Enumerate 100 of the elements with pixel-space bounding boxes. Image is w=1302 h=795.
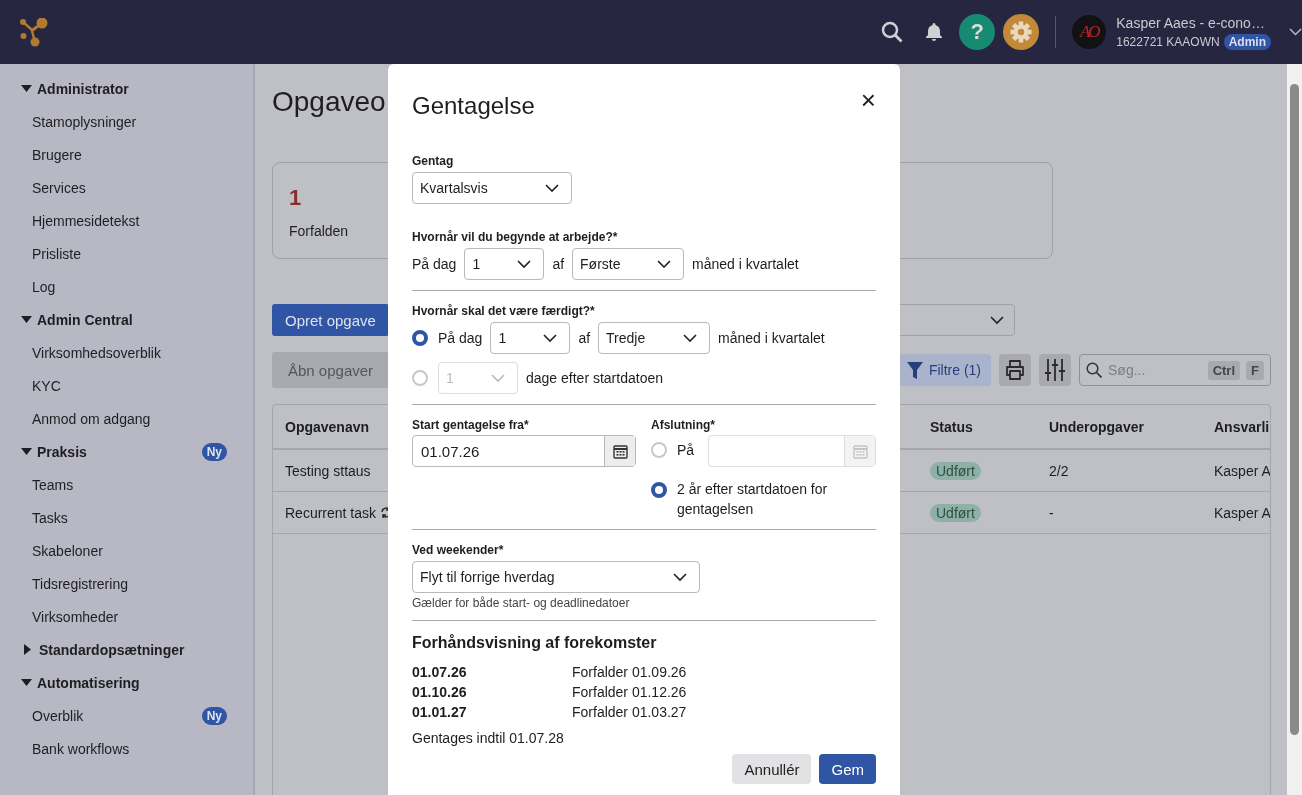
overdue-count: 1: [289, 185, 302, 211]
field-text: På dag: [438, 330, 483, 346]
sidebar-group[interactable]: Admin Central: [0, 303, 253, 336]
select-field[interactable]: Tredje: [598, 322, 711, 354]
create-task-button[interactable]: Opret opgave: [272, 304, 389, 336]
table-cell-text: -: [1049, 504, 1055, 521]
field-label: Gentag: [412, 153, 455, 169]
scrollbar-thumb[interactable]: [1290, 84, 1299, 735]
chevron-down-icon[interactable]: [1289, 28, 1302, 36]
chevron-down-icon: [491, 373, 505, 383]
select-field[interactable]: Kvartalsvis: [412, 172, 572, 204]
close-button[interactable]: ×: [860, 90, 876, 110]
field-label: Afslutning*: [651, 417, 716, 433]
filter-icon: [906, 361, 923, 379]
calendar-icon: [852, 443, 868, 459]
calendar-icon: [612, 443, 628, 459]
sidebar-item[interactable]: Tasks: [0, 501, 253, 534]
status-badge: Udført: [930, 503, 981, 522]
field-text: måned i kvartalet: [692, 256, 799, 272]
search-icon[interactable]: [881, 21, 904, 43]
filter-button[interactable]: Filtre (1): [898, 354, 991, 386]
printer-icon: [1005, 360, 1025, 380]
field-label: Hvornår vil du begynde at arbejde?*: [412, 229, 619, 245]
table-cell: Kasper A: [1214, 504, 1270, 521]
help-text: Gælder for både start- og deadlinedatoer: [412, 596, 631, 610]
column-header[interactable]: Ansvarli: [1214, 418, 1270, 435]
caret-down-icon: [21, 448, 32, 455]
logo-icon[interactable]: [20, 17, 49, 47]
search-icon: [1086, 362, 1102, 378]
chevron-down-icon: [517, 259, 532, 269]
chevron-down-icon: [990, 315, 1004, 325]
field-text: måned i kvartalet: [718, 330, 825, 346]
cancel-button[interactable]: Annullér: [732, 754, 812, 784]
field-text: På dag: [412, 256, 457, 272]
sidebar-item[interactable]: Stamoplysninger: [0, 105, 253, 138]
caret-down-icon: [21, 85, 32, 92]
sidebar-item[interactable]: Hjemmesidetekst: [0, 204, 253, 237]
due-date: Forfalder 01.09.26: [572, 663, 688, 682]
dialog-title: Gentagelse: [412, 91, 535, 121]
column-header[interactable]: Status: [930, 418, 1049, 435]
date-field[interactable]: 01.07.26: [412, 435, 636, 467]
table-cell: Recurrent task: [285, 504, 377, 521]
role-badge: Admin: [1223, 33, 1271, 50]
due-date: Forfalder 01.03.27: [572, 703, 688, 722]
search-field[interactable]: Søg... Ctrl F: [1079, 354, 1271, 386]
field-label: Ved weekender*: [412, 542, 505, 558]
field-text: På: [677, 442, 695, 458]
sidebar-group[interactable]: Administrator: [0, 72, 253, 105]
sidebar-item[interactable]: Virksomhedsoverblik: [0, 336, 253, 369]
sliders-icon: [1045, 359, 1065, 381]
status-badge: Udført: [930, 461, 981, 480]
new-badge: Ny: [201, 706, 227, 725]
overdue-label: Forfalden: [289, 223, 349, 239]
field-label: Start gentagelse fra*: [412, 417, 530, 433]
sidebar-item[interactable]: Services: [0, 171, 253, 204]
settings-icon: [1010, 21, 1033, 43]
select-field[interactable]: 1: [490, 322, 571, 354]
sidebar-item[interactable]: Skabeloner: [0, 534, 253, 567]
column-settings-button[interactable]: [1039, 354, 1071, 386]
table-cell: Testing sttaus: [285, 462, 371, 479]
save-button[interactable]: Gem: [819, 754, 876, 784]
select-field[interactable]: Første: [572, 248, 685, 280]
settings-button[interactable]: [1003, 14, 1040, 50]
page-title: Opgaveo: [272, 85, 386, 119]
bell-icon[interactable]: [925, 22, 944, 42]
new-badge: Ny: [201, 442, 227, 461]
caret-down-icon: [21, 679, 32, 686]
sidebar-group[interactable]: Standardopsætninger: [0, 633, 253, 666]
chevron-down-icon: [683, 333, 698, 343]
print-button[interactable]: [999, 354, 1031, 386]
field-text: 2 år efter startdatoen for gentagelsen: [677, 480, 829, 519]
caret-down-icon: [21, 316, 32, 323]
sidebar-item[interactable]: Tidsregistrering: [0, 567, 253, 600]
sidebar-group[interactable]: Praksis Ny: [0, 435, 253, 468]
preview-heading: Forhåndsvisning af forekomster: [412, 633, 658, 653]
sidebar-item[interactable]: Anmod om adgang: [0, 402, 253, 435]
sidebar-item[interactable]: Virksomheder: [0, 600, 253, 633]
sidebar-item[interactable]: Log: [0, 270, 253, 303]
field-text: dage efter startdatoen: [526, 370, 663, 386]
field-text: af: [578, 330, 591, 346]
occurrence-date: 01.01.27: [412, 703, 468, 722]
search-placeholder: Søg...: [1108, 362, 1147, 378]
sidebar-group[interactable]: Automatisering: [0, 666, 253, 699]
sidebar-item[interactable]: Overblik Ny: [0, 699, 253, 732]
occurrence-date: 01.10.26: [412, 683, 468, 702]
repeat-summary: Gentages indtil 01.07.28: [412, 730, 565, 746]
radio-button[interactable]: [412, 330, 428, 346]
column-header[interactable]: Underopgaver: [1049, 418, 1214, 435]
sidebar-item[interactable]: Prisliste: [0, 237, 253, 270]
sidebar-item[interactable]: Teams: [0, 468, 253, 501]
sidebar-item[interactable]: KYC: [0, 369, 253, 402]
chevron-down-icon: [543, 333, 558, 343]
sidebar-item[interactable]: Bank workflows: [0, 732, 253, 765]
chevron-down-icon: [673, 572, 687, 582]
select-field[interactable]: Flyt til forrige hverdag: [412, 561, 700, 593]
sidebar-item[interactable]: Brugere: [0, 138, 253, 171]
table-cell-text: 2/2: [1049, 462, 1070, 479]
select-field[interactable]: 1: [464, 248, 545, 280]
radio-button[interactable]: [651, 482, 667, 498]
occurrence-date: 01.07.26: [412, 663, 468, 682]
